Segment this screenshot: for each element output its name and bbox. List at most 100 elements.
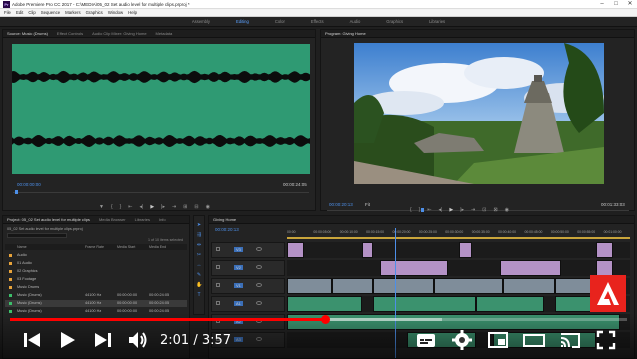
captions-button[interactable] [414, 328, 438, 352]
project-search-input[interactable] [7, 233, 67, 238]
miniplayer-button[interactable] [486, 328, 510, 352]
visibility-eye-icon[interactable] [256, 301, 262, 305]
slip-tool-icon[interactable]: ↔ [196, 262, 202, 268]
source-tab-1[interactable]: Effect Controls [57, 30, 83, 37]
source-tab-0[interactable]: Source: Music (Drums) [7, 30, 48, 37]
settings-button[interactable] [450, 328, 474, 352]
cast-button[interactable] [558, 328, 582, 352]
previous-button[interactable] [20, 328, 44, 352]
go-to-out-icon[interactable]: ⇥ [172, 204, 176, 210]
program-play-icon[interactable]: ▶ [449, 207, 453, 213]
workspace-tab-audio[interactable]: Audio [347, 18, 364, 25]
menu-item-sequence[interactable]: Sequence [41, 9, 60, 16]
workspace-tab-libraries[interactable]: Libraries [426, 18, 448, 25]
list-item[interactable]: 03 Footage [5, 276, 187, 283]
menu-item-file[interactable]: File [4, 9, 11, 16]
selection-tool-icon[interactable]: ➤ [196, 222, 202, 228]
source-scrubber[interactable] [13, 192, 309, 193]
menu-item-graphics[interactable]: Graphics [86, 9, 103, 16]
source-timecode[interactable]: 00:00:00:00 [17, 182, 41, 187]
track-lane-v3[interactable] [287, 242, 630, 258]
track-header-v3[interactable]: V3 [211, 242, 285, 258]
visibility-eye-icon[interactable] [256, 247, 262, 251]
timeline-clip[interactable] [287, 296, 363, 312]
zoom-select[interactable]: Fit [365, 202, 370, 207]
timeline-clip[interactable] [499, 260, 562, 276]
menu-item-window[interactable]: Window [108, 9, 123, 16]
menu-item-clip[interactable]: Clip [28, 9, 35, 16]
ripple-edit-tool-icon[interactable]: ⇹ [196, 242, 202, 248]
step-forward-icon[interactable]: |▸ [161, 204, 165, 210]
lock-icon[interactable] [216, 301, 220, 305]
workspace-tab-color[interactable]: Color [272, 18, 288, 25]
lift-icon[interactable]: ⊡ [482, 207, 486, 213]
timeline-clip[interactable] [595, 242, 613, 258]
program-timecode[interactable]: 00:00:20:13 [329, 202, 353, 207]
workspace-tab-editing[interactable]: Editing [233, 18, 252, 25]
camera-icon[interactable]: ◉ [505, 207, 509, 213]
workspace-tab-effects[interactable]: Effects [308, 18, 327, 25]
track-header-a1[interactable]: A1 [211, 296, 285, 312]
mark-out-icon[interactable]: } [120, 204, 122, 210]
column-header-media-end[interactable]: Media End [149, 245, 166, 249]
prog-go-out-icon[interactable]: ⇥ [471, 207, 475, 213]
add-marker-icon[interactable]: ▼ [99, 204, 104, 210]
source-tab-3[interactable]: Metadata [156, 30, 173, 37]
track-header-v2[interactable]: V2 [211, 260, 285, 276]
program-tab[interactable]: Program: Giving Home [325, 30, 366, 37]
timeline-clip[interactable] [458, 242, 473, 258]
go-to-in-icon[interactable]: ⇤ [128, 204, 132, 210]
lock-icon[interactable] [216, 247, 220, 251]
prog-go-in-icon[interactable]: ⇤ [427, 207, 431, 213]
track-lane-v1[interactable] [287, 278, 630, 294]
column-header-name[interactable]: Name [17, 245, 27, 249]
timeline-clip[interactable] [475, 296, 545, 312]
minimize-icon[interactable]: – [595, 0, 609, 9]
source-waveform[interactable] [12, 44, 310, 174]
timeline-ruler[interactable]: 00:00 00:00:05:00 00:00:10:00 00:00:15:00 00… [287, 230, 630, 236]
hand-tool-icon[interactable]: ✋ [196, 282, 202, 288]
visibility-eye-icon[interactable] [256, 265, 262, 269]
export-frame-icon[interactable]: ◉ [206, 204, 210, 210]
list-item[interactable]: 02 Graphics [5, 268, 187, 275]
prog-step-back-icon[interactable]: ◂| [439, 207, 443, 213]
menu-item-help[interactable]: Help [128, 9, 137, 16]
razor-tool-icon[interactable]: ✂ [196, 252, 202, 258]
visibility-eye-icon[interactable] [256, 283, 262, 287]
lock-icon[interactable] [216, 283, 220, 287]
list-item[interactable]: Music (Drums) 44100 Hz 00:00:00:00 00:00:24… [5, 300, 187, 307]
list-item[interactable]: 01 Audio [5, 260, 187, 267]
timeline-clip[interactable] [287, 242, 305, 258]
track-lane-v2[interactable] [287, 260, 630, 276]
prog-mark-out-icon[interactable]: } [419, 207, 421, 213]
timeline-clip[interactable] [372, 296, 476, 312]
list-item[interactable]: Music (Drums) 44100 Hz 00:00:00:00 00:00:24… [5, 292, 187, 299]
lock-icon[interactable] [216, 265, 220, 269]
timeline-clip[interactable] [372, 278, 435, 294]
menu-item-markers[interactable]: Markers [65, 9, 81, 16]
source-play-icon[interactable]: ▶ [150, 204, 154, 210]
prog-mark-in-icon[interactable]: { [410, 207, 412, 213]
play-button[interactable] [55, 328, 79, 352]
next-button[interactable] [91, 328, 115, 352]
column-header-frame-rate[interactable]: Frame Rate [85, 245, 104, 249]
column-header-media-start[interactable]: Media Start [117, 245, 135, 249]
video-progress-bar[interactable] [10, 315, 627, 324]
source-playhead[interactable] [15, 190, 18, 194]
track-select-tool-icon[interactable]: ⇶ [196, 232, 202, 238]
pen-tool-icon[interactable]: ✎ [196, 272, 202, 278]
timeline-clip[interactable] [362, 242, 373, 258]
extract-icon[interactable]: ⊠ [493, 207, 497, 213]
timeline-clip[interactable] [595, 260, 613, 276]
timeline-timecode[interactable]: 00:00:20:13 [215, 227, 239, 232]
timeline-clip[interactable] [287, 278, 332, 294]
project-tab-1[interactable]: Media Browser [99, 216, 126, 223]
type-tool-icon[interactable]: T [196, 292, 202, 298]
list-item[interactable]: Music Drums [5, 284, 187, 291]
prog-step-forward-icon[interactable]: |▸ [460, 207, 464, 213]
menu-item-edit[interactable]: Edit [16, 9, 23, 16]
project-tab-2[interactable]: Libraries [135, 216, 150, 223]
volume-button[interactable] [126, 328, 150, 352]
timeline-clip[interactable] [503, 278, 555, 294]
insert-icon[interactable]: ⊞ [183, 204, 187, 210]
